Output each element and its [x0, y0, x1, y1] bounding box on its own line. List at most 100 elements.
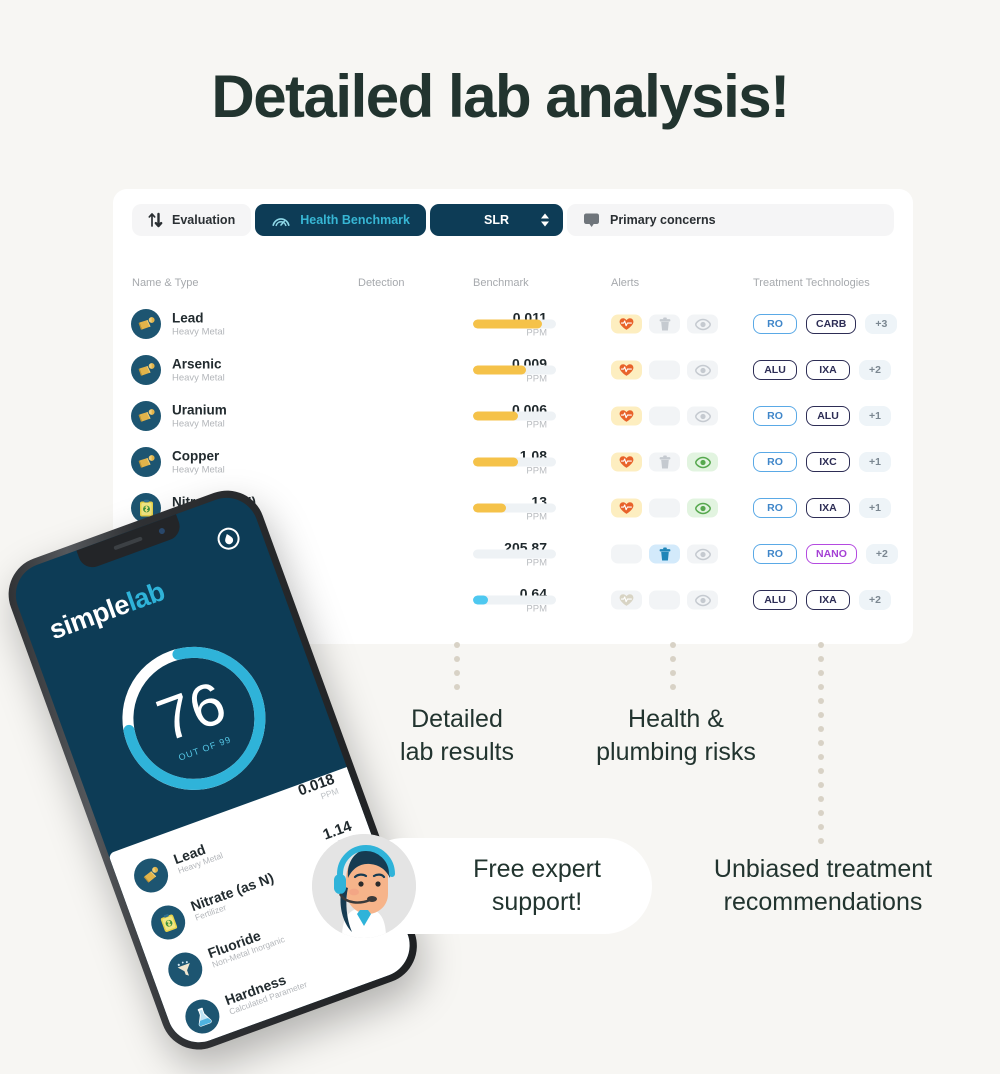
alerts-group: [611, 498, 718, 518]
more-treatments-button[interactable]: +1: [859, 498, 891, 518]
treatment-tag[interactable]: RO: [753, 314, 797, 334]
app-logo: simplelab: [45, 576, 168, 646]
treatment-tag[interactable]: RO: [753, 544, 797, 564]
alerts-group: [611, 360, 718, 380]
alert-plumbing-pill[interactable]: [649, 314, 680, 334]
alert-health-pill[interactable]: [611, 406, 642, 426]
detection-unit: PPM: [526, 373, 547, 385]
alerts-group: [611, 544, 718, 564]
standard-select[interactable]: SLR: [429, 204, 563, 236]
treatment-tags-group: ALU IXA +2: [753, 590, 891, 610]
contaminant-icon: [131, 447, 161, 477]
benchmark-bar: [473, 549, 556, 559]
contaminant-icon: [131, 309, 161, 339]
contaminant-type: Heavy Metal: [172, 417, 225, 429]
detection-unit: PPM: [526, 511, 547, 523]
treatment-tag[interactable]: NANO: [806, 544, 857, 564]
alerts-group: [611, 314, 718, 334]
phone-contaminant-icon: [129, 853, 173, 898]
phone-contaminant-icon: [180, 994, 225, 1039]
treatment-tag[interactable]: IXA: [806, 360, 850, 380]
treatment-tags-group: RO IXC +1: [753, 452, 891, 472]
treatment-tag[interactable]: RO: [753, 452, 797, 472]
phone-contaminant-name-group: Lead Heavy Metal: [171, 836, 224, 876]
alert-aesthetic-pill[interactable]: [687, 314, 718, 334]
alert-aesthetic-pill[interactable]: [687, 590, 718, 610]
treatment-tag[interactable]: RO: [753, 498, 797, 518]
contaminant-name: Lead: [172, 310, 204, 326]
treatment-tag[interactable]: ALU: [753, 360, 797, 380]
alert-aesthetic-pill[interactable]: [687, 406, 718, 426]
more-treatments-button[interactable]: +1: [859, 406, 891, 426]
detection-unit: PPM: [526, 557, 547, 569]
detection-unit: PPM: [526, 327, 547, 339]
detection-unit: PPM: [526, 465, 547, 477]
alert-plumbing-pill[interactable]: [649, 452, 680, 472]
treatment-tag[interactable]: IXA: [806, 590, 850, 610]
phone-contaminant-icon: [163, 947, 208, 992]
benchmark-bar: [473, 595, 556, 605]
alert-plumbing-pill[interactable]: [649, 544, 680, 564]
treatment-tags-group: RO NANO +2: [753, 544, 898, 564]
alerts-group: [611, 452, 718, 472]
treatment-tag[interactable]: IXC: [806, 452, 850, 472]
phone-detection-group: 0.018 PPM: [296, 771, 341, 809]
alert-aesthetic-pill[interactable]: [687, 360, 718, 380]
caption-health-plumbing-risks: Health & plumbing risks: [596, 705, 756, 767]
health-benchmark-button[interactable]: Health Benchmark: [255, 204, 426, 236]
page-title: Detailed lab analysis!: [211, 63, 790, 130]
more-treatments-button[interactable]: +3: [865, 314, 898, 334]
alert-health-pill[interactable]: [611, 544, 642, 564]
more-treatments-button[interactable]: +2: [859, 590, 891, 610]
contaminant-name-group: Lead Heavy Metal: [172, 310, 225, 337]
treatment-tag[interactable]: ALU: [806, 406, 850, 426]
more-treatments-button[interactable]: +2: [865, 544, 898, 564]
alert-health-pill[interactable]: [611, 498, 642, 518]
table-row[interactable]: Arsenic Heavy Metal 0.009 PPM ALU IXA +2: [113, 347, 913, 393]
water-score-value-group: 76 OUT OF 99: [91, 616, 296, 821]
gauge-icon: [271, 212, 291, 228]
alert-health-pill[interactable]: [611, 452, 642, 472]
alert-plumbing-pill[interactable]: [649, 590, 680, 610]
treatment-tag[interactable]: ALU: [753, 590, 797, 610]
evaluation-sort-button[interactable]: Evaluation: [132, 204, 252, 236]
alert-plumbing-pill[interactable]: [649, 406, 680, 426]
app-logo-part1: simple: [45, 588, 134, 646]
benchmark-bar: [473, 411, 556, 421]
treatment-tag[interactable]: IXA: [806, 498, 850, 518]
table-row[interactable]: Uranium Heavy Metal 0.006 PPM RO ALU +1: [113, 393, 913, 439]
alert-plumbing-pill[interactable]: [649, 498, 680, 518]
table-toolbar: Evaluation Health Benchmark SLR Primary …: [132, 204, 894, 236]
treatment-tags-group: RO CARB +3: [753, 314, 898, 334]
more-treatments-button[interactable]: +1: [859, 452, 891, 472]
column-header-benchmark: Benchmark: [473, 277, 529, 289]
more-treatments-button[interactable]: +2: [859, 360, 891, 380]
alert-aesthetic-pill[interactable]: [687, 452, 718, 472]
stepper-arrows-icon[interactable]: [540, 213, 549, 227]
contaminant-name: Uranium: [172, 402, 227, 418]
alert-aesthetic-pill[interactable]: [687, 498, 718, 518]
benchmark-bar: [473, 457, 556, 467]
phone-camera: [158, 527, 166, 535]
alert-plumbing-pill[interactable]: [649, 360, 680, 380]
primary-concerns-button[interactable]: Primary concerns: [566, 204, 894, 236]
treatment-tags-group: RO IXA +1: [753, 498, 891, 518]
contaminant-icon: [131, 355, 161, 385]
connector-dots-left: [454, 642, 460, 698]
column-header-treatment: Treatment Technologies: [753, 277, 870, 289]
alert-health-pill[interactable]: [611, 314, 642, 334]
alerts-group: [611, 406, 718, 426]
treatment-tag[interactable]: RO: [753, 406, 797, 426]
treatment-tag[interactable]: CARB: [806, 314, 857, 334]
health-benchmark-label: Health Benchmark: [300, 213, 410, 227]
caption-unbiased-recommendations: Unbiased treatment recommendations: [713, 855, 933, 917]
alert-aesthetic-pill[interactable]: [687, 544, 718, 564]
alert-health-pill[interactable]: [611, 360, 642, 380]
benchmark-bar: [473, 365, 556, 375]
alert-health-pill[interactable]: [611, 590, 642, 610]
primary-concerns-label: Primary concerns: [609, 213, 716, 227]
table-row[interactable]: Lead Heavy Metal 0.011 PPM RO CARB +3: [113, 301, 913, 347]
water-score-ring: 76 OUT OF 99: [91, 616, 296, 821]
treatment-tags-group: ALU IXA +2: [753, 360, 891, 380]
water-drop-badge-icon: [214, 524, 243, 553]
